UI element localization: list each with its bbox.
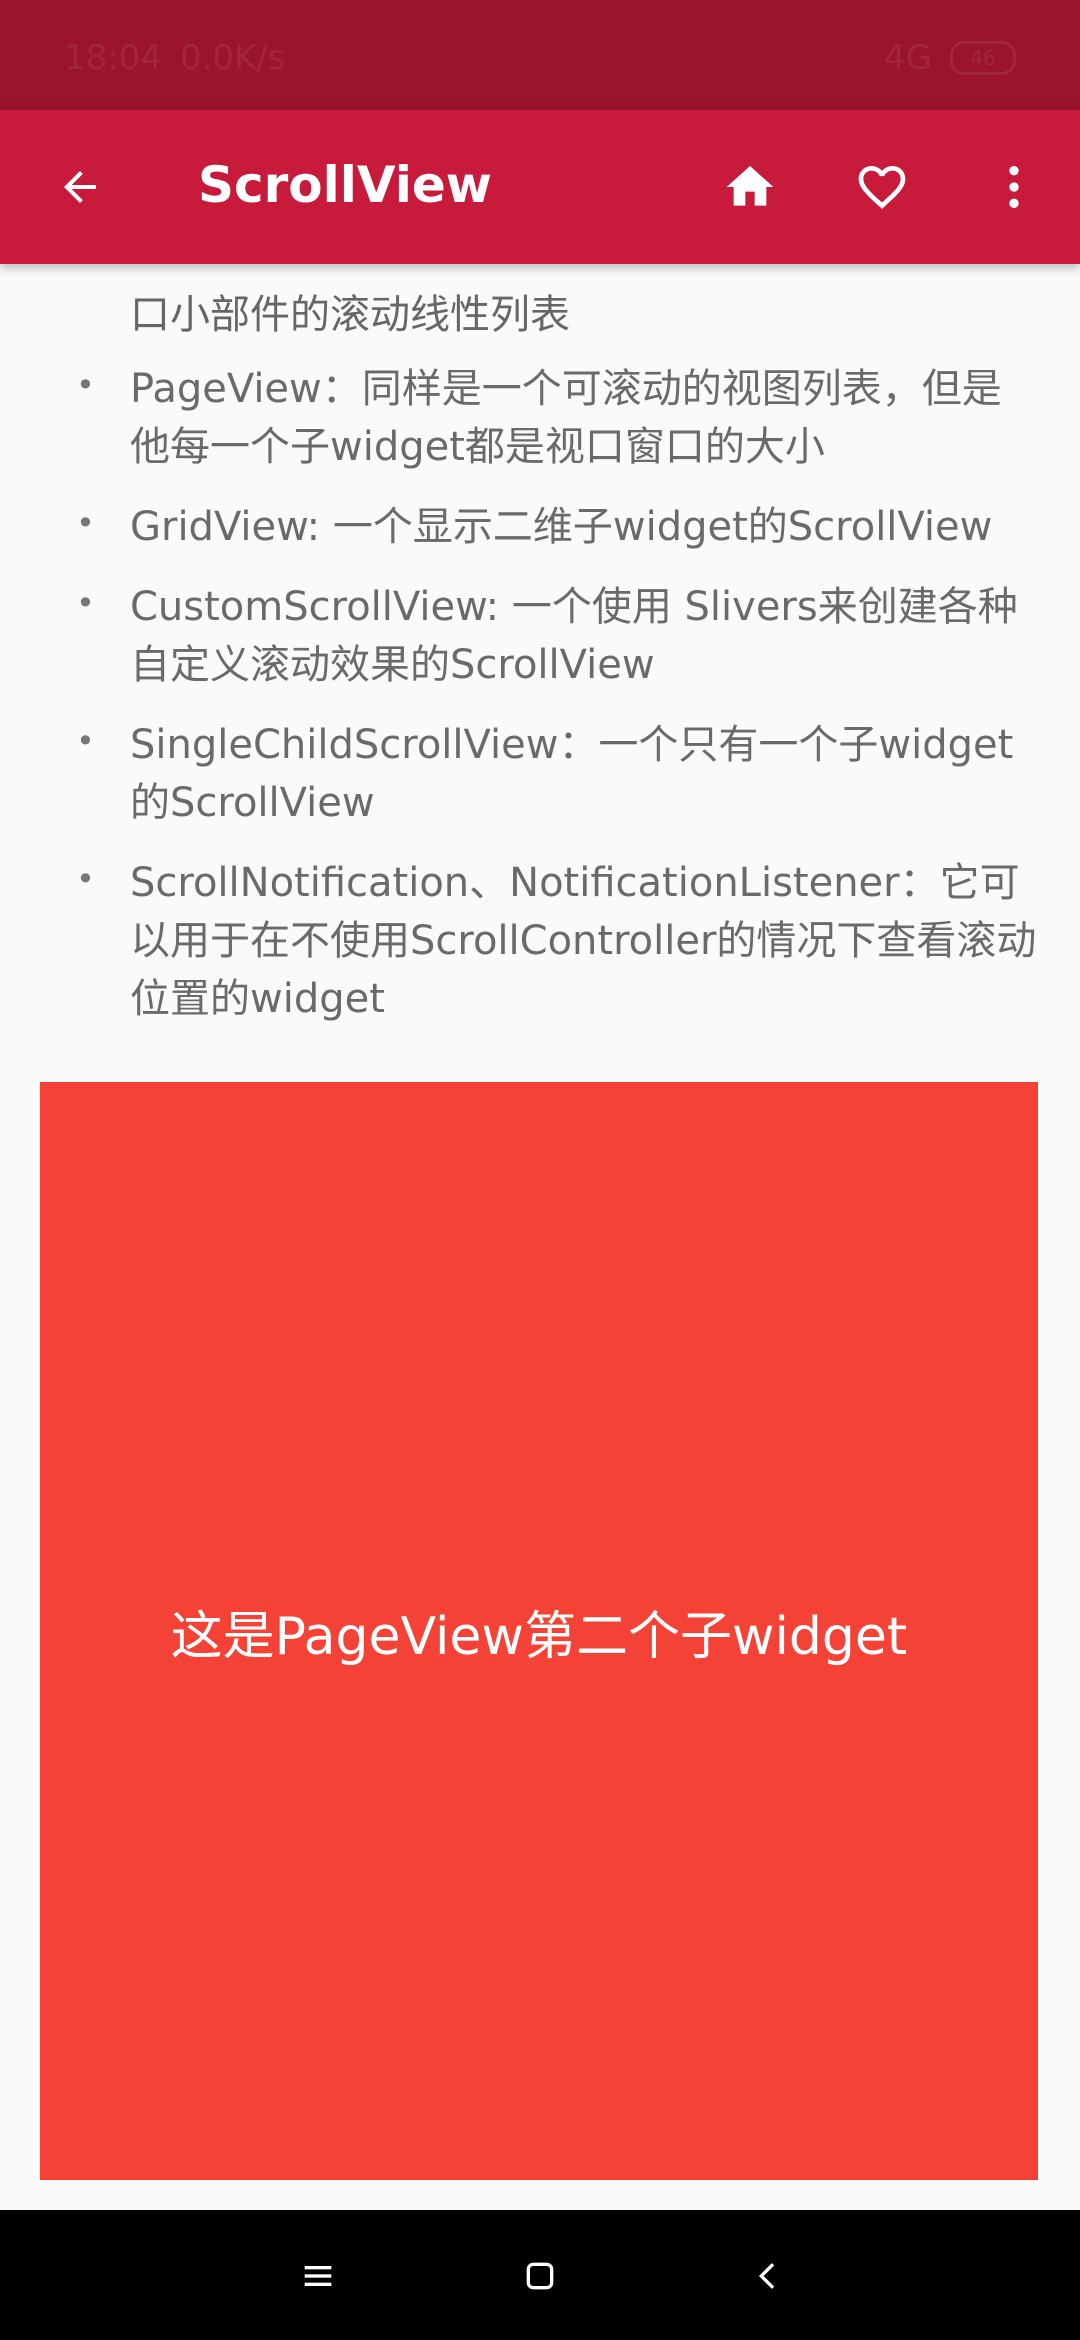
heart-icon <box>858 166 906 209</box>
status-right: 4G 46 <box>884 38 1016 78</box>
signal-label: 4G <box>884 38 932 78</box>
home-icon <box>726 166 774 206</box>
app-bar: ScrollView <box>0 110 1080 264</box>
chevron-back-icon <box>758 2263 775 2289</box>
bullet-list: PageView：同样是一个可滚动的视图列表，但是他每一个子widget都是视口… <box>60 356 1040 1050</box>
back-button[interactable] <box>48 155 112 219</box>
list-item: ScrollNotification、NotificationListener：… <box>60 850 1040 1028</box>
nav-home-button[interactable] <box>512 2248 568 2304</box>
square-home-icon <box>526 2262 554 2290</box>
list-item: CustomScrollView: 一个使用 Slivers来创建各种自定义滚动… <box>60 574 1040 694</box>
system-nav-bar <box>0 2210 1080 2340</box>
page-view[interactable]: 这是PageView第二个子widget <box>40 1082 1038 2180</box>
favorite-button[interactable] <box>850 155 914 219</box>
nav-back-button[interactable] <box>740 2248 796 2304</box>
list-item: GridView: 一个显示二维子widget的ScrollView <box>60 494 1040 556</box>
battery-level: 46 <box>970 46 996 70</box>
menu-icon <box>304 2266 332 2286</box>
arrow-back-icon <box>64 171 96 203</box>
scroll-content[interactable]: 口小部件的滚动线性列表 PageView：同样是一个可滚动的视图列表，但是他每一… <box>0 264 1080 2210</box>
status-bar: 18:04 0.0K/s 4G 46 <box>0 0 1080 110</box>
status-network-speed: 0.0K/s <box>179 38 286 78</box>
list-item: SingleChildScrollView：一个只有一个子widget的Scro… <box>60 712 1040 832</box>
partial-list-item: 口小部件的滚动线性列表 <box>130 292 570 338</box>
page-view-label: 这是PageView第二个子widget <box>170 1606 908 1667</box>
battery-icon: 46 <box>950 41 1016 75</box>
status-time: 18:04 <box>64 38 162 78</box>
home-button[interactable] <box>718 155 782 219</box>
nav-menu-button[interactable] <box>290 2248 346 2304</box>
page-title: ScrollView <box>198 156 492 214</box>
status-left: 18:04 0.0K/s <box>64 38 286 78</box>
more-vert-icon <box>1009 166 1019 208</box>
more-options-button[interactable] <box>982 155 1046 219</box>
list-item: PageView：同样是一个可滚动的视图列表，但是他每一个子widget都是视口… <box>60 356 1040 476</box>
